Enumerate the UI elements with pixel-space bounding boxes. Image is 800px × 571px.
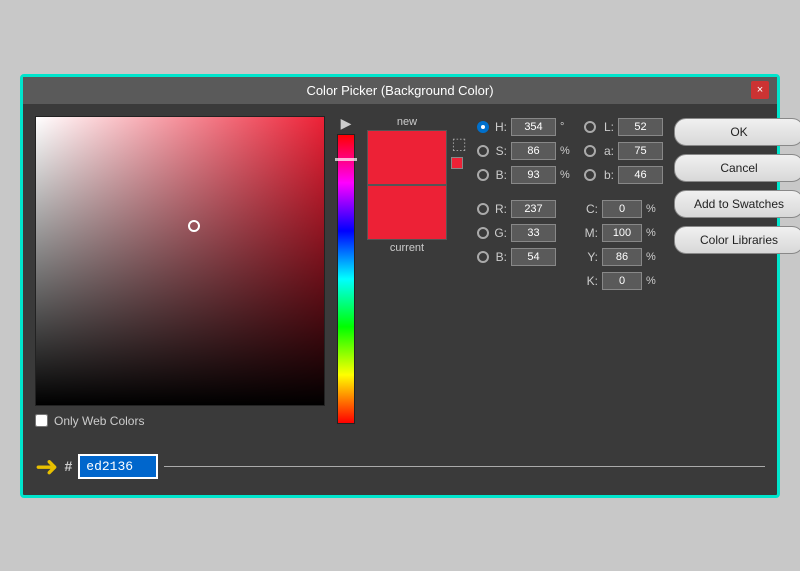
hue-row: H: ° bbox=[477, 116, 574, 138]
h-input[interactable] bbox=[511, 118, 556, 136]
g-label: G: bbox=[493, 226, 507, 240]
M-input[interactable] bbox=[602, 224, 642, 242]
add-to-swatches-button[interactable]: Add to Swatches bbox=[674, 190, 800, 218]
only-web-colors-label: Only Web Colors bbox=[54, 414, 144, 428]
lab-cmyk-section: L: a: b: C: % M: % bbox=[584, 116, 664, 428]
color-swatch-icon bbox=[451, 157, 463, 169]
saturation-row: S: % bbox=[477, 140, 574, 162]
Y-label: Y: bbox=[584, 250, 598, 264]
K-row: K: % bbox=[584, 270, 664, 292]
green-row: G: bbox=[477, 222, 574, 244]
s-unit: % bbox=[560, 145, 574, 157]
hex-arrow-icon: ➜ bbox=[35, 450, 58, 483]
L-input[interactable] bbox=[618, 118, 663, 136]
color-libraries-button[interactable]: Color Libraries bbox=[674, 226, 800, 254]
b2-label: b: bbox=[600, 168, 614, 182]
L-label: L: bbox=[600, 120, 614, 134]
hue-slider[interactable] bbox=[337, 134, 355, 424]
r-label: R: bbox=[493, 202, 507, 216]
hue-slider-section: ▶ bbox=[335, 116, 357, 428]
hex-section: ➜ # bbox=[23, 450, 777, 495]
K-unit: % bbox=[646, 275, 656, 287]
new-color-box[interactable] bbox=[367, 130, 447, 185]
Y-unit: % bbox=[646, 251, 656, 263]
gradient-dark bbox=[36, 117, 324, 405]
gradient-section: Only Web Colors bbox=[35, 116, 325, 428]
brightness-radio[interactable] bbox=[477, 169, 489, 181]
ok-button[interactable]: OK bbox=[674, 118, 800, 146]
cube-icon: ⬚ bbox=[451, 134, 466, 154]
color-preview-section: new current ⬚ bbox=[367, 116, 467, 428]
M-unit: % bbox=[646, 227, 656, 239]
bv-label: B: bbox=[493, 250, 507, 264]
C-input[interactable] bbox=[602, 200, 642, 218]
a-input[interactable] bbox=[618, 142, 663, 160]
L-radio[interactable] bbox=[584, 121, 596, 133]
new-label: new bbox=[397, 116, 417, 128]
b2-row: b: bbox=[584, 164, 664, 186]
cancel-button[interactable]: Cancel bbox=[674, 154, 800, 182]
b-label: B: bbox=[493, 168, 507, 182]
b2-input[interactable] bbox=[618, 166, 663, 184]
M-label: M: bbox=[584, 226, 598, 240]
green-radio[interactable] bbox=[477, 227, 489, 239]
hue-arrow-top: ▶ bbox=[341, 116, 352, 130]
dialog-title: Color Picker (Background Color) bbox=[306, 83, 493, 98]
Y-row: Y: % bbox=[584, 246, 664, 268]
color-preview: new current bbox=[367, 116, 447, 254]
dialog-body: Only Web Colors ▶ new current ⬚ bbox=[23, 104, 777, 440]
K-input[interactable] bbox=[602, 272, 642, 290]
red-row: R: bbox=[477, 198, 574, 220]
r-input[interactable] bbox=[511, 200, 556, 218]
a-row: a: bbox=[584, 140, 664, 162]
hue-radio[interactable] bbox=[477, 121, 489, 133]
only-web-colors-row: Only Web Colors bbox=[35, 414, 325, 428]
blue-row: B: bbox=[477, 246, 574, 268]
a-label: a: bbox=[600, 144, 614, 158]
right-panel: OK Cancel Add to Swatches Color Librarie… bbox=[674, 116, 800, 428]
current-color-box[interactable] bbox=[367, 185, 447, 240]
blue-radio[interactable] bbox=[477, 251, 489, 263]
bv-input[interactable] bbox=[511, 248, 556, 266]
g-input[interactable] bbox=[511, 224, 556, 242]
hex-underline bbox=[164, 466, 765, 467]
saturation-radio[interactable] bbox=[477, 145, 489, 157]
C-label: C: bbox=[584, 202, 598, 216]
C-unit: % bbox=[646, 203, 656, 215]
color-values-section: H: ° S: % B: % R: bbox=[477, 116, 574, 428]
b-unit: % bbox=[560, 169, 574, 181]
hue-indicator bbox=[335, 158, 357, 161]
red-radio[interactable] bbox=[477, 203, 489, 215]
title-bar: Color Picker (Background Color) × bbox=[23, 77, 777, 104]
hex-hash: # bbox=[64, 458, 72, 474]
color-picker-dialog: Color Picker (Background Color) × Only W… bbox=[20, 74, 780, 498]
a-radio[interactable] bbox=[584, 145, 596, 157]
s-label: S: bbox=[493, 144, 507, 158]
h-unit: ° bbox=[560, 121, 574, 133]
current-label: current bbox=[390, 242, 424, 254]
b2-radio[interactable] bbox=[584, 169, 596, 181]
close-button[interactable]: × bbox=[751, 81, 769, 99]
only-web-colors-checkbox[interactable] bbox=[35, 414, 48, 427]
brightness-row: B: % bbox=[477, 164, 574, 186]
b-input[interactable] bbox=[511, 166, 556, 184]
K-label: K: bbox=[584, 274, 598, 288]
color-gradient-picker[interactable] bbox=[35, 116, 325, 406]
hex-input[interactable] bbox=[78, 454, 158, 479]
h-label: H: bbox=[493, 120, 507, 134]
L-row: L: bbox=[584, 116, 664, 138]
Y-input[interactable] bbox=[602, 248, 642, 266]
s-input[interactable] bbox=[511, 142, 556, 160]
M-row: M: % bbox=[584, 222, 664, 244]
C-row: C: % bbox=[584, 198, 664, 220]
